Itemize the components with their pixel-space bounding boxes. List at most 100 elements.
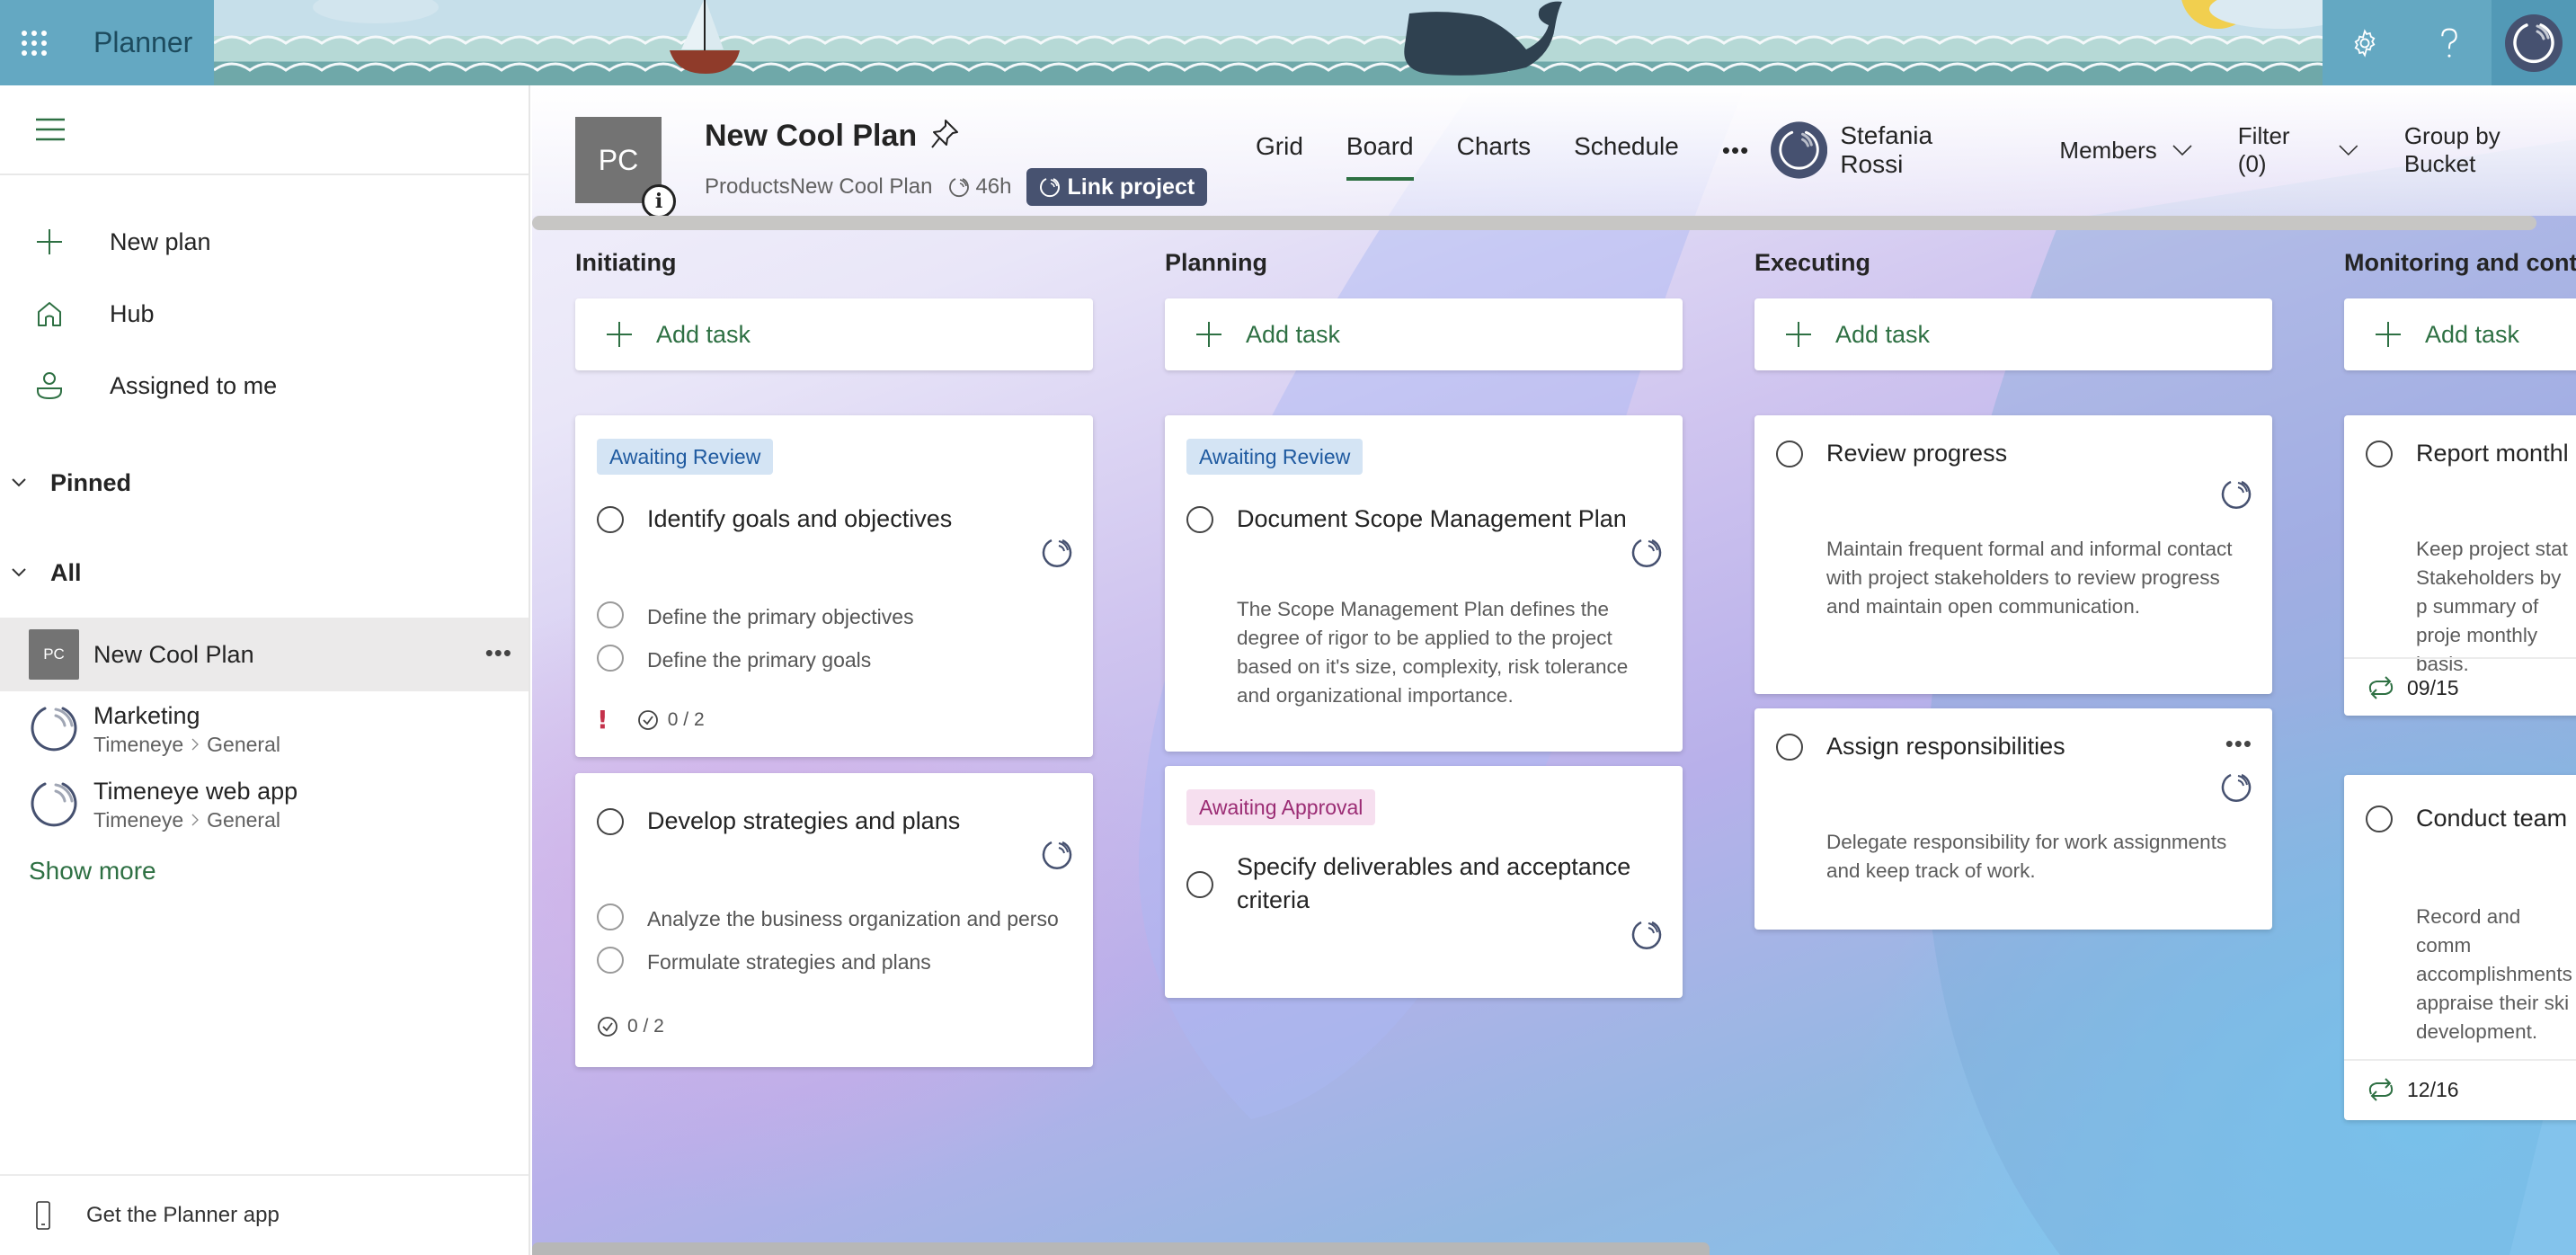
horizontal-scrollbar-bottom[interactable] — [532, 1242, 1710, 1255]
task-card[interactable]: Assign responsibilities ••• Delegate res… — [1754, 708, 2272, 930]
show-more-link[interactable]: Show more — [0, 857, 529, 886]
label-chip: Awaiting Approval — [1186, 789, 1376, 825]
get-app-link[interactable]: Get the Planner app — [0, 1174, 529, 1255]
sidebar-nav: New plan Hub Assigned to me — [0, 206, 529, 422]
group-by-dropdown[interactable]: Group by Bucket — [2404, 122, 2576, 178]
pinned-section-toggle[interactable]: Pinned — [0, 438, 529, 528]
more-options-icon[interactable]: ••• — [2225, 730, 2252, 758]
bucket-title[interactable]: Monitoring and cont — [2344, 249, 2576, 285]
chevron-down-icon — [2172, 145, 2192, 156]
members-label: Members — [2059, 136, 2157, 164]
task-card[interactable]: Report monthl Keep project stat Stakehol… — [2344, 415, 2576, 716]
person-icon — [36, 372, 63, 400]
sidebar-plan-new-cool-plan[interactable]: PC New Cool Plan ••• — [0, 618, 529, 691]
checklist-item-checkbox[interactable] — [597, 601, 624, 628]
link-project-button[interactable]: Link project — [1026, 168, 1208, 206]
complete-task-checkbox[interactable] — [1186, 506, 1213, 533]
user-avatar-icon — [1771, 121, 1828, 179]
hamburger-menu-icon[interactable] — [36, 118, 65, 141]
add-task-button[interactable]: Add task — [1754, 298, 2272, 370]
tab-board[interactable]: Board — [1346, 132, 1414, 181]
recurrence-icon — [2368, 1078, 2394, 1101]
urgent-priority-icon: ! — [597, 705, 608, 734]
channel-name: General — [207, 808, 280, 832]
task-title: Conduct team — [2416, 805, 2568, 832]
checklist-item-checkbox[interactable] — [597, 947, 624, 974]
info-icon[interactable]: i — [642, 184, 676, 218]
complete-task-checkbox[interactable] — [2366, 806, 2393, 832]
sidebar-item-hub[interactable]: Hub — [0, 278, 529, 350]
app-name[interactable]: Planner — [93, 26, 192, 59]
task-description: Record and comm accomplishments appraise… — [2416, 905, 2572, 1043]
recurrence-icon — [2368, 676, 2394, 699]
add-task-button[interactable]: Add task — [2344, 298, 2576, 370]
sidebar-item-assigned-to-me[interactable]: Assigned to me — [0, 350, 529, 422]
left-sidebar: New plan Hub Assigned to me Pinned All P… — [0, 85, 530, 1255]
horizontal-scrollbar-top[interactable] — [532, 216, 2536, 230]
sidebar-plan-marketing[interactable]: Marketing Timeneye General — [0, 691, 529, 767]
complete-task-checkbox[interactable] — [597, 808, 624, 835]
gear-icon[interactable] — [2323, 0, 2407, 85]
filter-label: Filter (0) — [2237, 122, 2290, 177]
timeneye-icon — [1039, 178, 1060, 198]
more-options-icon[interactable]: ••• — [485, 639, 512, 667]
card-divider — [2344, 657, 2576, 659]
sidebar-item-label: Hub — [110, 299, 155, 327]
checklist-icon — [637, 709, 658, 730]
waffle-icon[interactable] — [16, 25, 52, 61]
complete-task-checkbox[interactable] — [1776, 441, 1803, 467]
top-bar: Planner — [0, 0, 2576, 85]
all-section-toggle[interactable]: All — [0, 528, 529, 618]
complete-task-checkbox[interactable] — [1186, 871, 1213, 898]
tab-grid[interactable]: Grid — [1256, 132, 1303, 168]
complete-task-checkbox[interactable] — [2366, 441, 2393, 467]
task-card[interactable]: Conduct team Record and comm accomplishm… — [2344, 775, 2576, 1120]
recurring-due-date: 12/16 — [2366, 1076, 2459, 1103]
plan-name: Marketing — [93, 702, 200, 729]
view-tabs: Grid Board Charts Schedule ••• Stefania … — [1256, 121, 2576, 181]
members-dropdown[interactable]: Members — [2059, 137, 2192, 165]
task-description: Maintain frequent formal and informal co… — [1826, 538, 2233, 618]
task-title: Review progress — [1826, 440, 2008, 467]
task-title: Specify deliverables and acceptance crit… — [1237, 853, 1631, 913]
timeneye-icon[interactable] — [2220, 771, 2252, 806]
sidebar-item-new-plan[interactable]: New plan — [0, 206, 529, 278]
help-icon[interactable] — [2407, 0, 2492, 85]
checklist-item-checkbox[interactable] — [597, 645, 624, 672]
timeneye-icon[interactable] — [1041, 839, 1073, 873]
task-card[interactable]: Develop strategies and plans Analyze the… — [575, 773, 1093, 1067]
bucket-title[interactable]: Initiating — [575, 249, 1093, 285]
tab-charts[interactable]: Charts — [1457, 132, 1531, 168]
sidebar-plan-timeneye-web-app[interactable]: Timeneye web app Timeneye General — [0, 767, 529, 842]
add-task-button[interactable]: Add task — [575, 298, 1093, 370]
complete-task-checkbox[interactable] — [1776, 734, 1803, 761]
pin-icon[interactable] — [929, 118, 960, 150]
complete-task-checkbox[interactable] — [597, 506, 624, 533]
sidebar-item-label: Assigned to me — [110, 371, 278, 399]
more-views-icon[interactable]: ••• — [1722, 137, 1749, 165]
bucket-title[interactable]: Planning — [1165, 249, 1683, 285]
filter-dropdown[interactable]: Filter (0) — [2238, 122, 2359, 178]
timeneye-icon[interactable] — [1041, 537, 1073, 571]
chevron-down-icon — [12, 568, 26, 577]
add-task-label: Add task — [2425, 320, 2520, 348]
tab-schedule[interactable]: Schedule — [1574, 132, 1679, 168]
bucket-title[interactable]: Executing — [1754, 249, 2272, 285]
plan-path: Timeneye General — [93, 731, 280, 758]
task-card[interactable]: Awaiting Review Identify goals and objec… — [575, 415, 1093, 757]
task-card[interactable]: Review progress Maintain frequent formal… — [1754, 415, 2272, 694]
sidebar-item-label: New plan — [110, 227, 211, 255]
task-card[interactable]: Awaiting Approval Specify deliverables a… — [1165, 766, 1683, 998]
timeneye-icon[interactable] — [1630, 537, 1663, 571]
task-card[interactable]: Awaiting Review Document Scope Managemen… — [1165, 415, 1683, 752]
task-title: Document Scope Management Plan — [1237, 505, 1627, 532]
plus-icon — [36, 228, 63, 255]
section-label-pinned: Pinned — [50, 468, 132, 496]
user-avatar[interactable] — [2492, 0, 2576, 85]
add-task-button[interactable]: Add task — [1165, 298, 1683, 370]
timeneye-icon[interactable] — [1630, 919, 1663, 953]
checklist-item: Define the primary objectives — [647, 605, 914, 628]
timeneye-user[interactable]: Stefania Rossi — [1771, 121, 2000, 179]
checklist-item-checkbox[interactable] — [597, 903, 624, 930]
timeneye-icon[interactable] — [2220, 478, 2252, 512]
